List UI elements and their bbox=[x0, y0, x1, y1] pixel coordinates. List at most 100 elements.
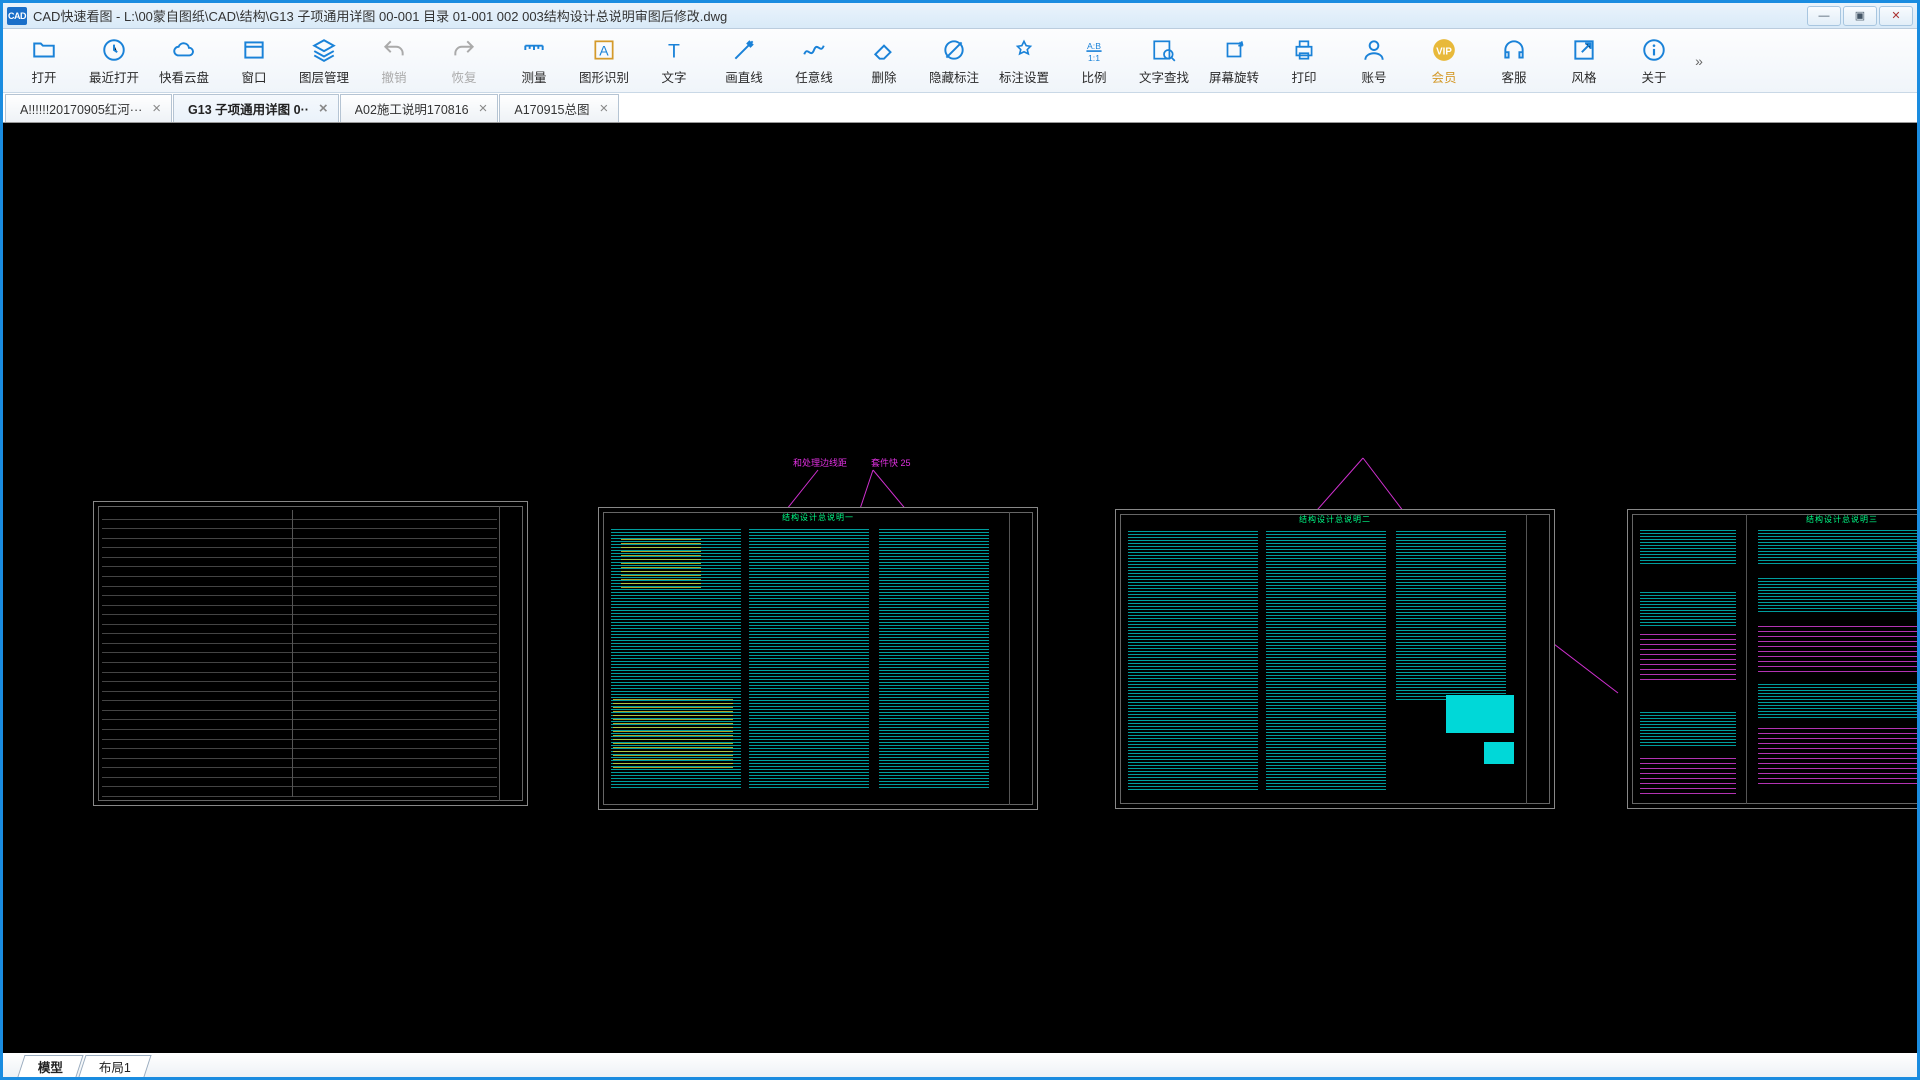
layout-tabbar: 模型 布局1 bbox=[3, 1053, 1917, 1077]
tool-label: 文字 bbox=[661, 67, 686, 86]
sheet-title: 结构设计总说明三 bbox=[1806, 514, 1878, 525]
printer-icon bbox=[1290, 36, 1318, 64]
style-button[interactable]: 风格 bbox=[1549, 31, 1619, 91]
tab-close-button[interactable]: × bbox=[319, 101, 328, 116]
info-icon bbox=[1640, 36, 1668, 64]
tab-close-button[interactable]: × bbox=[479, 101, 488, 116]
tab-close-button[interactable]: × bbox=[599, 101, 608, 116]
cloud-button[interactable]: 快看云盘 bbox=[149, 31, 219, 91]
user-icon bbox=[1360, 36, 1388, 64]
tab-close-button[interactable]: × bbox=[152, 101, 161, 116]
drawing-canvas[interactable]: 和处理边线距 套件快 25 结构设计总说明一 结构设计总说明二 bbox=[3, 123, 1917, 1053]
app-icon: CAD bbox=[7, 7, 27, 25]
annoset-icon bbox=[1010, 36, 1038, 64]
tool-label: 打印 bbox=[1291, 67, 1316, 86]
tool-label: 比例 bbox=[1081, 67, 1106, 86]
vip-button[interactable]: 会员 bbox=[1409, 31, 1479, 91]
tool-label: 标注设置 bbox=[999, 67, 1049, 86]
window-button[interactable]: 窗口 bbox=[219, 31, 289, 91]
tool-label: 关于 bbox=[1641, 67, 1666, 86]
account-button[interactable]: 账号 bbox=[1339, 31, 1409, 91]
minimize-button[interactable]: — bbox=[1807, 6, 1841, 26]
rotate-icon bbox=[1220, 36, 1248, 64]
sheet-title: 结构设计总说明一 bbox=[782, 512, 854, 523]
tool-label: 删除 bbox=[871, 67, 896, 86]
tool-label: 文字查找 bbox=[1139, 67, 1189, 86]
support-button[interactable]: 客服 bbox=[1479, 31, 1549, 91]
recent-button[interactable]: 最近打开 bbox=[79, 31, 149, 91]
layout-tab-label: 模型 bbox=[38, 1057, 63, 1076]
tool-label: 图形识别 bbox=[579, 67, 629, 86]
findtext-button[interactable]: 文字查找 bbox=[1129, 31, 1199, 91]
document-tab[interactable]: A170915总图× bbox=[499, 94, 619, 122]
shapeA-icon bbox=[590, 36, 618, 64]
document-tab[interactable]: G13 子项通用详图 0·· × bbox=[173, 94, 339, 122]
history-icon bbox=[100, 36, 128, 64]
tool-label: 图层管理 bbox=[299, 67, 349, 86]
tool-label: 恢复 bbox=[451, 67, 476, 86]
squiggle-icon bbox=[800, 36, 828, 64]
toolbar: 打开 最近打开 快看云盘 窗口 图层管理 撤销 恢复 测量 图形识别 文字 画直线任意线删除 隐藏标注… bbox=[3, 29, 1917, 93]
document-tabbar: A!!!!!!20170905红河···×G13 子项通用详图 0··×A02施… bbox=[3, 93, 1917, 123]
redo-button: 恢复 bbox=[429, 31, 499, 91]
searchTxt-icon bbox=[1150, 36, 1178, 64]
drawing-sheet-2: 结构设计总说明一 bbox=[598, 507, 1038, 810]
layers-button[interactable]: 图层管理 bbox=[289, 31, 359, 91]
document-tab[interactable]: A02施工说明170816 × bbox=[340, 94, 499, 122]
maximize-button[interactable]: ▣ bbox=[1843, 6, 1877, 26]
lineEdit-icon bbox=[730, 36, 758, 64]
tool-label: 客服 bbox=[1501, 67, 1526, 86]
drawing-sheet-1 bbox=[93, 501, 528, 806]
annotation-label: 和处理边线距 bbox=[793, 456, 847, 469]
ratio-icon bbox=[1080, 36, 1108, 64]
tool-label: 会员 bbox=[1431, 67, 1456, 86]
drawing-sheet-3: 结构设计总说明二 bbox=[1115, 509, 1555, 809]
undo-icon bbox=[380, 36, 408, 64]
ratio-button[interactable]: 比例 bbox=[1059, 31, 1129, 91]
text-button[interactable]: 文字 bbox=[639, 31, 709, 91]
document-tab[interactable]: A!!!!!!20170905红河···× bbox=[5, 94, 172, 122]
open-button[interactable]: 打开 bbox=[9, 31, 79, 91]
close-button[interactable]: ✕ bbox=[1879, 6, 1913, 26]
window-controls: — ▣ ✕ bbox=[1807, 6, 1913, 26]
layout-tab-label: 布局1 bbox=[99, 1057, 131, 1076]
about-button[interactable]: 关于 bbox=[1619, 31, 1689, 91]
tool-label: 屏幕旋转 bbox=[1209, 67, 1259, 86]
tool-label: 隐藏标注 bbox=[929, 67, 979, 86]
tab-label: G13 子项通用详图 0·· bbox=[188, 99, 309, 118]
tool-label: 打开 bbox=[31, 67, 56, 86]
vip-icon bbox=[1430, 36, 1458, 64]
freeline-button[interactable]: 任意线 bbox=[779, 31, 849, 91]
redo-icon bbox=[450, 36, 478, 64]
drawing-sheet-4: 结构设计总说明三 bbox=[1627, 509, 1917, 809]
recognize-button[interactable]: 图形识别 bbox=[569, 31, 639, 91]
annoset-button[interactable]: 标注设置 bbox=[989, 31, 1059, 91]
measure-button[interactable]: 测量 bbox=[499, 31, 569, 91]
hide-icon bbox=[940, 36, 968, 64]
tab-label: A02施工说明170816 bbox=[355, 99, 469, 118]
headset-icon bbox=[1500, 36, 1528, 64]
toolbar-overflow-button[interactable]: » bbox=[1689, 31, 1709, 91]
tool-label: 窗口 bbox=[241, 67, 266, 86]
tool-label: 最近打开 bbox=[89, 67, 139, 86]
tool-label: 风格 bbox=[1571, 67, 1596, 86]
line-button[interactable]: 画直线 bbox=[709, 31, 779, 91]
folder-icon bbox=[30, 36, 58, 64]
textT-icon bbox=[660, 36, 688, 64]
delete-button[interactable]: 删除 bbox=[849, 31, 919, 91]
undo-button: 撤销 bbox=[359, 31, 429, 91]
tool-label: 测量 bbox=[521, 67, 546, 86]
sheet-title: 结构设计总说明二 bbox=[1299, 514, 1371, 525]
layout-tab[interactable]: 模型 bbox=[17, 1055, 83, 1077]
layers-icon bbox=[310, 36, 338, 64]
hideanno-button[interactable]: 隐藏标注 bbox=[919, 31, 989, 91]
tool-label: 账号 bbox=[1361, 67, 1386, 86]
tool-label: 快看云盘 bbox=[159, 67, 209, 86]
ruler-icon bbox=[520, 36, 548, 64]
print-button[interactable]: 打印 bbox=[1269, 31, 1339, 91]
layout-tab[interactable]: 布局1 bbox=[78, 1055, 151, 1077]
tool-label: 撤销 bbox=[381, 67, 406, 86]
rotate-button[interactable]: 屏幕旋转 bbox=[1199, 31, 1269, 91]
window-icon bbox=[240, 36, 268, 64]
cloud-icon bbox=[170, 36, 198, 64]
